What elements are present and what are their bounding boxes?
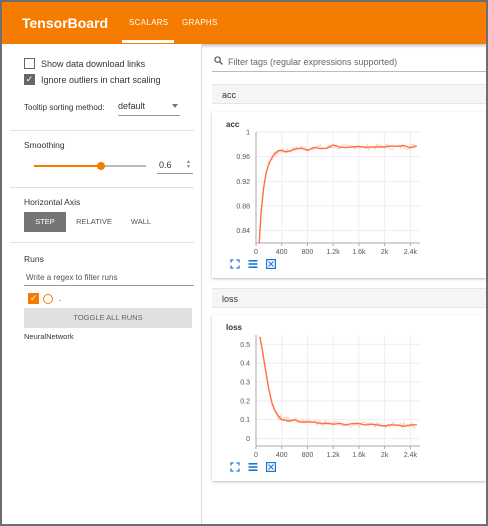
show-download-links-label: Show data download links	[41, 58, 146, 69]
group-title: acc	[222, 90, 237, 100]
x-tick-label: 2k	[381, 249, 389, 256]
axis-wall-button[interactable]: WALL	[122, 212, 160, 232]
group-header-acc[interactable]: acc	[212, 84, 486, 104]
x-tick-label: 2k	[381, 452, 389, 459]
fullscreen-icon[interactable]	[230, 462, 240, 472]
horizontal-axis-title: Horizontal Axis	[24, 197, 81, 207]
y-tick-label: 0.96	[236, 154, 250, 161]
chevron-down-icon	[172, 104, 178, 108]
smoothing-value: 0.6	[159, 160, 172, 170]
group-title: loss	[222, 294, 239, 304]
tooltip-sorting-label: Tooltip sorting method:	[24, 103, 105, 112]
loss-chart[interactable]: 0 400 800 1.2k 1.6k 2k 2.4k 0 0.1 0.2 0.3 0.4 0.5	[212, 315, 486, 481]
fit-domain-icon[interactable]	[266, 259, 276, 269]
fit-domain-icon[interactable]	[266, 462, 276, 472]
tag-filter-input[interactable]: Filter tags (regular expressions support…	[212, 52, 486, 72]
y-tick-label: 0.92	[236, 179, 250, 186]
axis-step-button[interactable]: STEP	[24, 212, 66, 232]
x-tick-label: 800	[302, 452, 314, 459]
log-scale-icon[interactable]	[248, 259, 258, 269]
acc-chart[interactable]: 0 400 800 1.2k 1.6k 2k 2.4k 0.84 0.88 0.92 0.96 1	[212, 112, 486, 278]
ignore-outliers-option[interactable]: ✓ Ignore outliers in chart scaling	[24, 74, 161, 85]
tab-scalars[interactable]: SCALARS	[129, 18, 168, 27]
divider	[10, 187, 194, 188]
smoothing-slider-fill	[34, 165, 102, 167]
group-header-loss[interactable]: loss	[212, 288, 486, 308]
smoothing-title: Smoothing	[24, 140, 65, 150]
tab-graphs[interactable]: GRAPHS	[182, 18, 218, 27]
active-tab-indicator	[122, 40, 174, 43]
x-tick-label: 0	[254, 249, 258, 256]
y-tick-label: 0.5	[240, 342, 250, 349]
x-tick-label: 400	[276, 249, 288, 256]
runs-title: Runs	[24, 254, 44, 264]
run-color-icon[interactable]	[43, 293, 53, 304]
x-tick-label: 2.4k	[404, 249, 418, 256]
y-tick-label: 0.2	[240, 398, 250, 405]
smoothing-slider[interactable]	[34, 162, 146, 170]
y-tick-label: 0.4	[240, 361, 250, 368]
axis-relative-button[interactable]: RELATIVE	[68, 212, 120, 232]
x-tick-label: 1.6k	[352, 249, 366, 256]
tooltip-sorting-dropdown[interactable]: default	[118, 99, 180, 116]
y-tick-label: 0.84	[236, 228, 250, 235]
x-tick-label: 1.6k	[352, 452, 366, 459]
log-scale-icon[interactable]	[248, 462, 258, 472]
chart-toolbar	[230, 462, 276, 472]
chart-card-loss: loss 0 400 800 1.2k 1.6k 2k 2.4k 0 0.1 0.2 0.3 0.4 0…	[212, 315, 486, 481]
run-name: NeuralNetwork	[24, 332, 74, 341]
tag-filter-placeholder: Filter tags (regular expressions support…	[228, 57, 398, 67]
divider	[10, 130, 194, 131]
x-tick-label: 400	[276, 452, 288, 459]
run-label: .	[59, 294, 62, 303]
spinner-icon[interactable]: ▲ ▼	[186, 160, 191, 170]
show-download-links-option[interactable]: Show data download links	[24, 58, 145, 69]
show-download-links-checkbox[interactable]	[24, 58, 35, 69]
top-bar: TensorBoard SCALARS GRAPHS	[2, 2, 486, 44]
y-tick-label: 1	[246, 130, 250, 137]
y-tick-label: 0.3	[240, 380, 250, 387]
runs-filter-input[interactable]: Write a regex to filter runs	[24, 270, 194, 286]
search-icon	[214, 56, 223, 65]
runs-filter-placeholder: Write a regex to filter runs	[26, 273, 118, 282]
y-tick-label: 0.1	[240, 417, 250, 424]
smoothing-value-input[interactable]: 0.6 ▲ ▼	[157, 158, 193, 174]
app-title: TensorBoard	[22, 15, 109, 31]
fullscreen-icon[interactable]	[230, 259, 240, 269]
y-tick-label: 0.88	[236, 204, 250, 211]
x-tick-label: 800	[302, 249, 314, 256]
series-line	[258, 144, 418, 243]
y-tick-label: 0	[246, 436, 250, 443]
chart-toolbar	[230, 259, 276, 269]
chart-card-acc: acc 0 400 800 1.2k 1.6k 2k 2.4k 0.84 0.88 0.92 0.9…	[212, 112, 486, 278]
divider	[10, 242, 194, 243]
tooltip-sorting-value: default	[118, 101, 146, 111]
x-tick-label: 1.2k	[327, 249, 341, 256]
run-item[interactable]: ✓ .	[28, 293, 61, 304]
plot-area: 0 400 800 1.2k 1.6k 2k 2.4k 0 0.1 0.2 0.3 0.4 0.5	[240, 335, 420, 459]
ignore-outliers-label: Ignore outliers in chart scaling	[41, 74, 161, 85]
ignore-outliers-checkbox[interactable]: ✓	[24, 74, 35, 85]
tensorboard-window: TensorBoard SCALARS GRAPHS Show data dow…	[0, 0, 488, 526]
x-tick-label: 2.4k	[404, 452, 418, 459]
series-raw-line	[258, 142, 416, 243]
x-tick-label: 1.2k	[327, 452, 341, 459]
toggle-all-runs-button[interactable]: TOGGLE ALL RUNS	[24, 308, 192, 328]
run-checkbox[interactable]: ✓	[28, 293, 39, 304]
x-tick-label: 0	[254, 452, 258, 459]
